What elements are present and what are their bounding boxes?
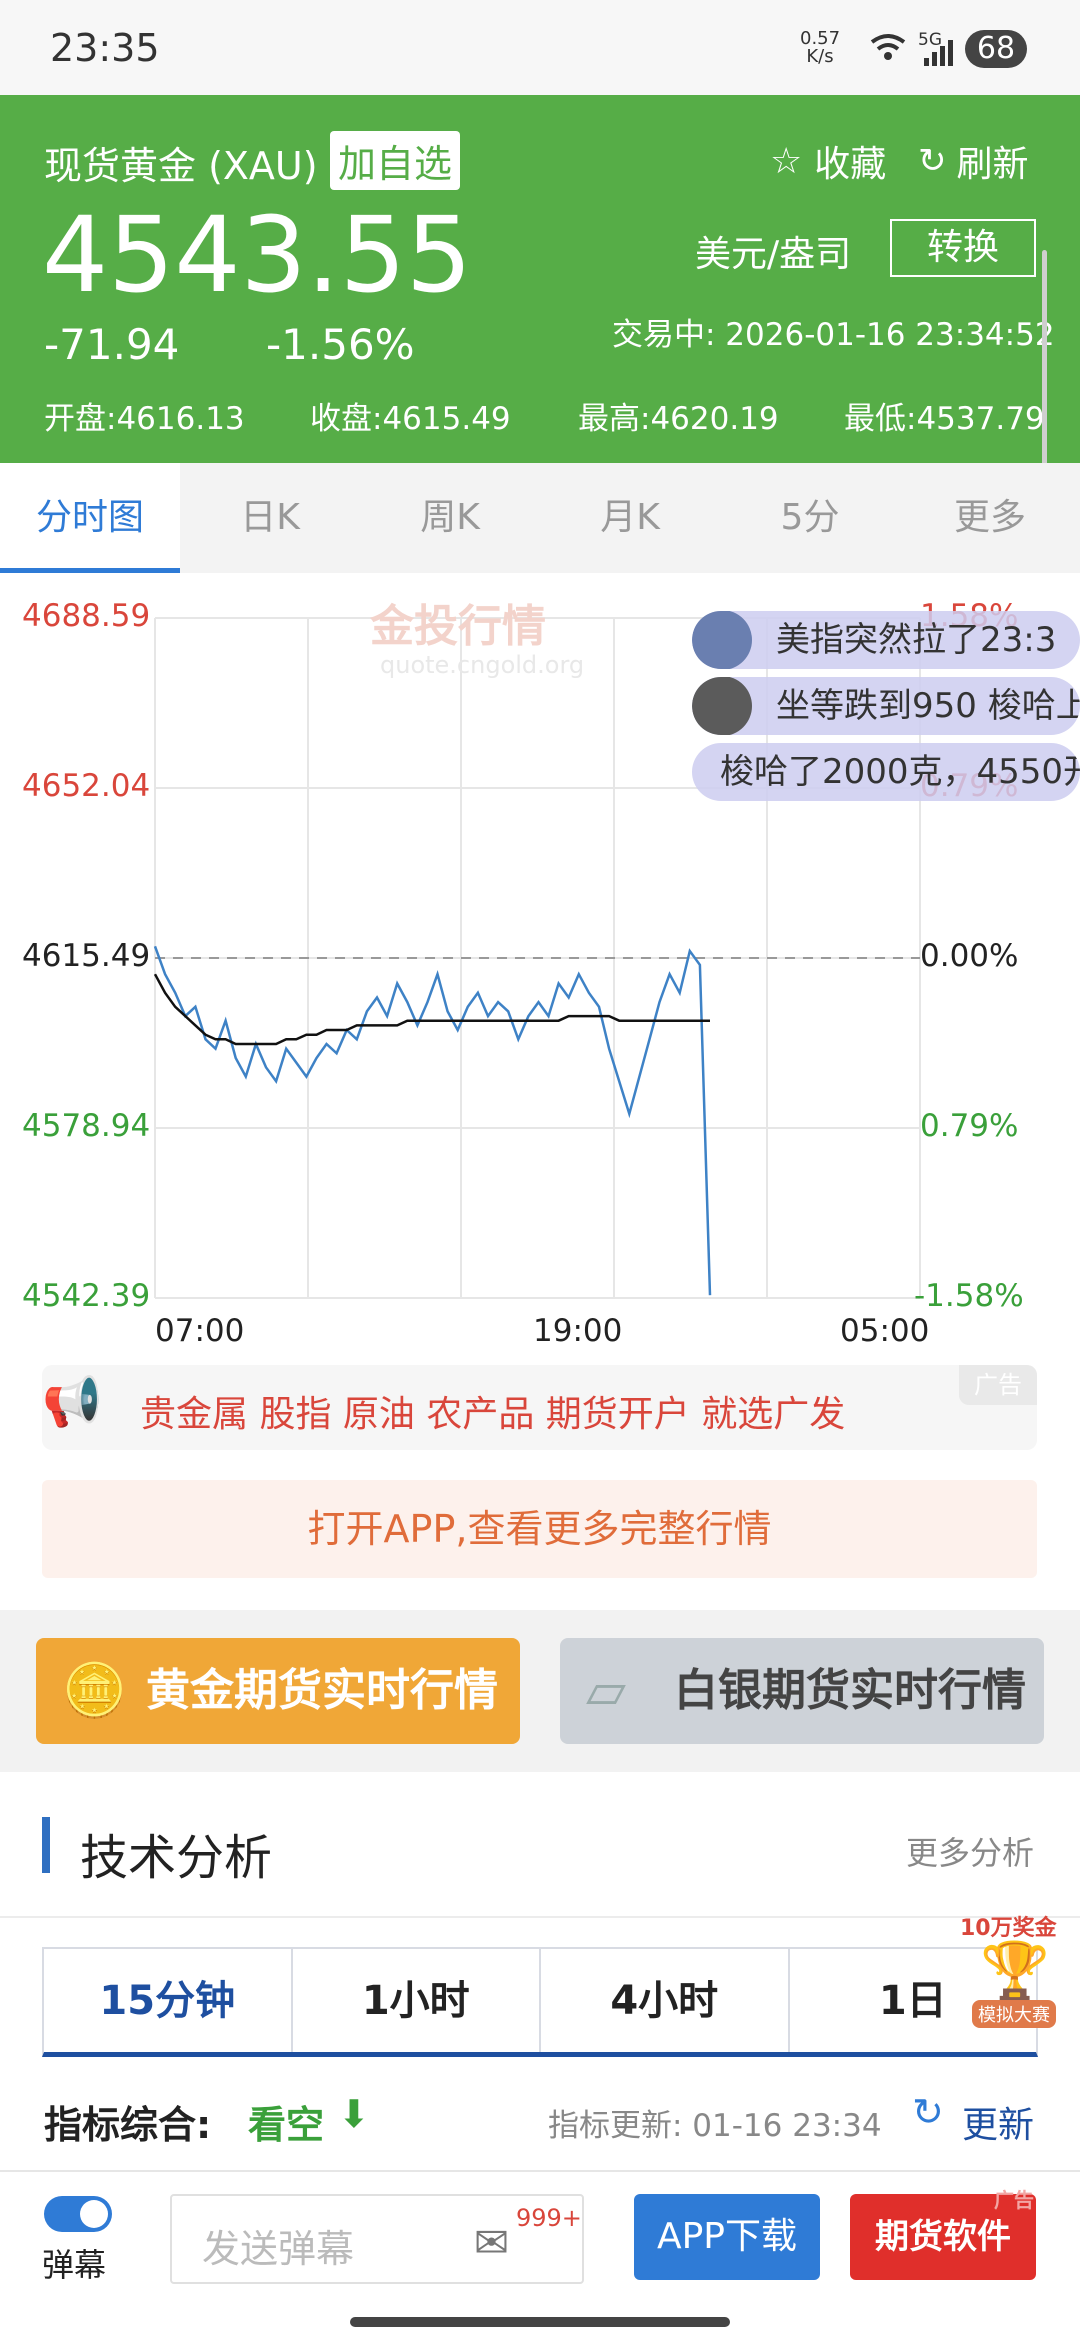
arrow-down-icon: ⬇ — [338, 2092, 370, 2136]
price-line — [153, 945, 712, 1296]
y-axis-label-left: 4542.39 — [22, 1278, 151, 1314]
refresh-button[interactable]: ↻ 刷新 — [918, 135, 1029, 187]
net-speed-unit: K/s — [806, 46, 834, 67]
danmaku-input[interactable]: 发送弹幕 ✉ 999+ — [170, 2194, 584, 2284]
y-axis-label-right: -1.58% — [914, 1278, 1024, 1314]
prize-sub: 模拟大赛 — [972, 2000, 1056, 2028]
danmaku-bullet[interactable]: 梭哈了2000克，4550开 — [692, 743, 1080, 801]
chart-series — [153, 945, 712, 1296]
indicator-update-time: 指标更新: 01-16 23:34 — [548, 2108, 882, 2144]
star-icon: ☆ — [770, 140, 803, 182]
danmaku-input-placeholder: 发送弹幕 — [202, 2227, 355, 2271]
y-axis-label-left: 4578.94 — [22, 1108, 151, 1144]
open-app-button[interactable]: 打开APP,查看更多完整行情 — [42, 1480, 1037, 1578]
close-price: 收盘:4615.49 — [310, 401, 511, 437]
tab-more[interactable]: 更多 — [900, 463, 1080, 573]
y-axis-label-right: 0.00% — [920, 938, 1019, 974]
toggle-knob — [80, 2200, 108, 2228]
low-price: 最低:4537.79 — [844, 401, 1045, 437]
instrument-title: 现货黄金 (XAU) — [44, 144, 318, 188]
mail-icon[interactable]: ✉ — [474, 2218, 509, 2267]
x-axis-label: 05:00 — [840, 1313, 930, 1349]
home-indicator[interactable] — [350, 2317, 730, 2327]
tab-5min[interactable]: 5分 — [720, 463, 900, 573]
danmaku-text: 梭哈了2000克，4550开 — [720, 752, 1080, 792]
price-change: -71.94 — [44, 320, 180, 369]
open-price: 开盘:4616.13 — [44, 401, 245, 437]
danmaku-bullet[interactable]: 坐等跌到950 梭哈上 — [692, 677, 1080, 735]
refresh-label: 刷新 — [956, 144, 1029, 185]
gold-futures-button[interactable]: 🪙 黄金期货实时行情 — [36, 1638, 520, 1744]
danmaku-text: 美指突然拉了23:3 — [776, 620, 1057, 660]
ad-banner[interactable]: 📢 贵金属 股指 原油 农产品 期货开户 就选广发 广告 — [42, 1365, 1037, 1450]
y-axis-label-left: 4688.59 — [22, 598, 151, 634]
tab-15min[interactable]: 15分钟 — [44, 1949, 293, 2052]
silver-bar-icon: ▱ — [586, 1661, 626, 1721]
futures-software-button[interactable]: 期货软件 广告 — [850, 2188, 1036, 2280]
x-axis-label: 19:00 — [533, 1313, 623, 1349]
chart-tabs: 分时图 日K 周K 月K 5分 更多 — [0, 463, 1080, 573]
tab-4hour[interactable]: 4小时 — [541, 1949, 790, 2052]
divider — [0, 1916, 1080, 1918]
high-price: 最高:4620.19 — [578, 401, 779, 437]
tab-1hour[interactable]: 1小时 — [293, 1949, 541, 2052]
refresh-icon: ↻ — [918, 141, 947, 181]
indicator-summary-label: 指标综合: — [44, 2103, 212, 2147]
app-download-button[interactable]: APP下载 — [634, 2194, 820, 2280]
avatar — [692, 611, 752, 669]
indicator-summary-value: 看空 — [248, 2103, 325, 2147]
section-accent-bar — [42, 1817, 50, 1873]
wifi-icon — [870, 34, 906, 60]
price-unit: 美元/盎司 — [695, 234, 852, 275]
danmaku-toggle-label: 弹幕 — [42, 2246, 107, 2284]
prize-contest-button[interactable]: 10万奖金 🏆 模拟大赛 — [960, 1910, 1070, 2030]
avatar — [692, 677, 752, 735]
more-analysis-link[interactable]: 更多分析 — [906, 1828, 1034, 1874]
favorite-label: 收藏 — [814, 144, 887, 185]
silver-futures-label: 白银期货实时行情 — [674, 1665, 1026, 1716]
watermark-url: quote.cngold.org — [380, 651, 584, 679]
danmaku-text: 坐等跌到950 梭哈上 — [776, 686, 1080, 726]
favorite-button[interactable]: ☆ 收藏 — [770, 135, 886, 187]
danmaku-toggle[interactable] — [44, 2196, 112, 2232]
ad-badge: 广告 — [994, 2188, 1034, 2212]
intraday-chart[interactable]: 金投行情 quote.cngold.org 4688.59 4652.04 4615… — [0, 573, 1080, 1353]
y-axis-label-left: 4615.49 — [22, 938, 151, 974]
convert-button[interactable]: 转换 — [890, 219, 1036, 277]
gold-bar-icon: 🪙 — [62, 1661, 127, 1721]
tab-daily-k[interactable]: 日K — [180, 463, 360, 573]
battery-indicator: 68 — [965, 30, 1027, 68]
ad-badge: 广告 — [959, 1365, 1037, 1405]
silver-futures-button[interactable]: ▱ 白银期货实时行情 — [560, 1638, 1044, 1744]
status-time: 23:35 — [50, 26, 160, 70]
tab-weekly-k[interactable]: 周K — [360, 463, 540, 573]
section-title: 技术分析 — [80, 1830, 273, 1886]
update-icon[interactable]: ↻ — [912, 2090, 944, 2134]
gold-futures-label: 黄金期货实时行情 — [146, 1665, 498, 1716]
trophy-icon: 🏆 — [980, 1939, 1050, 2004]
timeframe-tabs: 15分钟 1小时 4小时 1日 — [42, 1947, 1038, 2057]
signal-icon — [924, 40, 953, 66]
x-axis-label: 07:00 — [155, 1313, 245, 1349]
update-button[interactable]: 更新 — [962, 2096, 1034, 2148]
futures-software-label: 期货软件 — [875, 2217, 1011, 2257]
quote-header: 现货黄金 (XAU) 加自选 ☆ 收藏 ↻ 刷新 4543.55 美元/盎司 转… — [0, 95, 1080, 463]
status-bar: 23:35 0.57 K/s 5G 68 — [0, 0, 1080, 95]
add-watchlist-button[interactable]: 加自选 — [330, 131, 461, 190]
y-axis-label-right: 0.79% — [920, 1108, 1019, 1144]
tab-intraday[interactable]: 分时图 — [0, 463, 180, 573]
net-speed: 0.57 K/s — [800, 30, 840, 66]
bottom-bar: 弹幕 发送弹幕 ✉ 999+ APP下载 期货软件 广告 — [0, 2170, 1080, 2340]
current-price: 4543.55 — [42, 194, 473, 316]
watermark-logo: 金投行情 — [369, 601, 546, 652]
danmaku-bullet[interactable]: 美指突然拉了23:3 — [692, 611, 1080, 669]
message-count-badge: 999+ — [516, 2204, 582, 2232]
ad-banner-text: 贵金属 股指 原油 农产品 期货开户 就选广发 — [140, 1394, 846, 1435]
megaphone-icon: 📢 — [42, 1374, 102, 1430]
y-axis-label-left: 4652.04 — [22, 768, 151, 804]
tab-monthly-k[interactable]: 月K — [540, 463, 720, 573]
trade-status: 交易中: 2026-01-16 23:34:52 — [612, 317, 1055, 353]
price-change-pct: -1.56% — [266, 320, 415, 369]
